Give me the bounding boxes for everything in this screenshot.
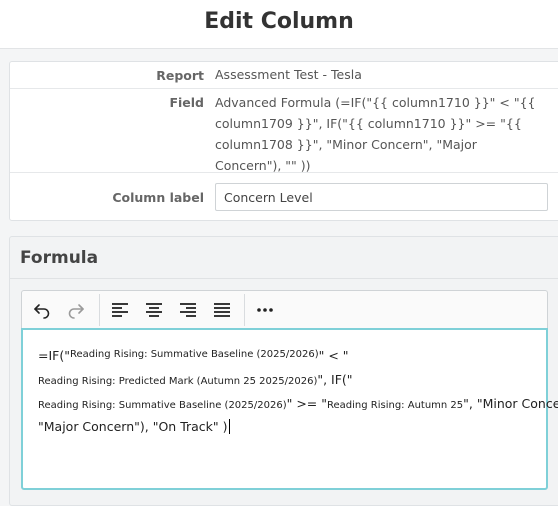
field-label: Field	[169, 95, 204, 110]
column-label-label: Column label	[112, 190, 204, 205]
align-center-icon[interactable]	[142, 298, 166, 322]
report-value: Assessment Test - Tesla	[215, 67, 362, 82]
formula-line-1: =IF("Reading Rising: Summative Baseline …	[38, 348, 349, 363]
redo-icon[interactable]	[64, 298, 88, 322]
field-row: Field Advanced Formula (=IF("{{ column17…	[10, 89, 558, 173]
more-icon[interactable]	[253, 298, 277, 322]
page-header: Edit Column	[0, 0, 558, 49]
column-label-input[interactable]	[215, 183, 548, 211]
align-right-icon[interactable]	[176, 298, 200, 322]
align-justify-icon[interactable]	[210, 298, 234, 322]
editor-toolbar	[21, 290, 548, 328]
field-value: Advanced Formula (=IF("{{ column1710 }}"…	[215, 95, 536, 173]
formula-line-2: Reading Rising: Predicted Mark (Autumn 2…	[38, 372, 353, 387]
formula-title: Formula	[20, 248, 99, 268]
toolbar-divider	[99, 294, 100, 326]
formula-panel: Formula =IF("Reading Rising: Summative B…	[9, 236, 558, 506]
formula-line-4: "Major Concern"), "On Track" )	[38, 419, 230, 434]
column-token[interactable]: Reading Rising: Predicted Mark (Autumn 2…	[38, 376, 317, 387]
column-token[interactable]: Reading Rising: Autumn 25	[327, 400, 463, 411]
column-label-row: Column label	[10, 173, 558, 221]
column-token[interactable]: Reading Rising: Summative Baseline (2025…	[70, 349, 319, 360]
page-title: Edit Column	[204, 9, 354, 34]
formula-header: Formula	[10, 237, 558, 279]
column-token[interactable]: Reading Rising: Summative Baseline (2025…	[38, 400, 287, 411]
formula-editor-wrapper: =IF("Reading Rising: Summative Baseline …	[21, 290, 558, 490]
column-details-panel: Report Assessment Test - Tesla Field Adv…	[9, 61, 558, 221]
toolbar-divider	[244, 294, 245, 326]
text-cursor	[228, 419, 230, 434]
report-label: Report	[156, 68, 204, 83]
align-left-icon[interactable]	[108, 298, 132, 322]
report-row: Report Assessment Test - Tesla	[10, 62, 558, 89]
undo-icon[interactable]	[30, 298, 54, 322]
formula-editor[interactable]: =IF("Reading Rising: Summative Baseline …	[21, 328, 558, 490]
formula-line-3: Reading Rising: Summative Baseline (2025…	[38, 396, 558, 411]
